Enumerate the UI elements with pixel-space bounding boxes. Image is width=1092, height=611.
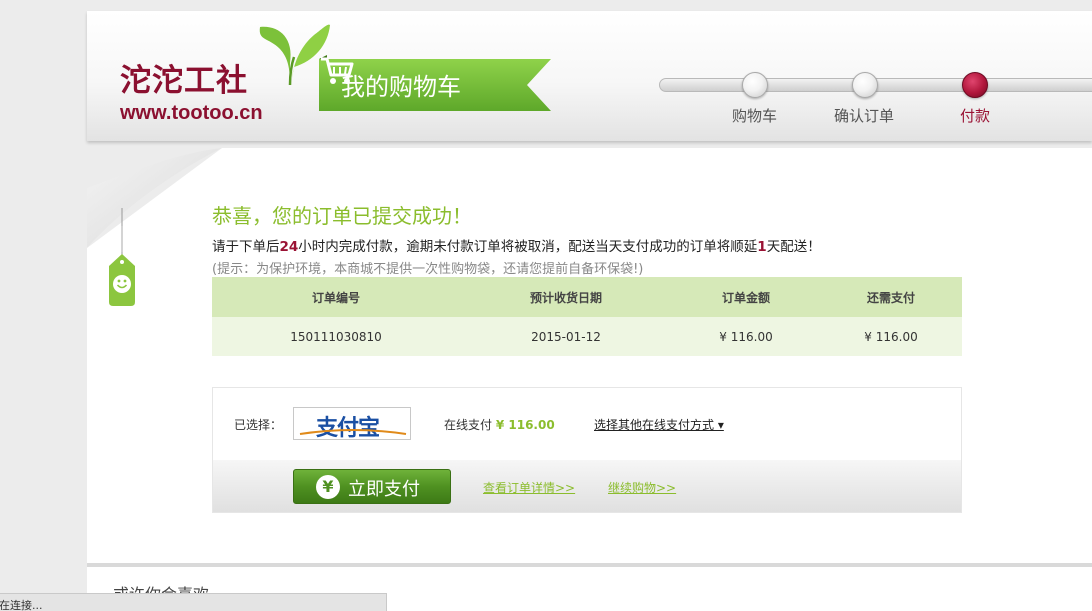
notice-days: 1 — [757, 239, 767, 255]
online-pay-amount: 在线支付 ¥ 116.00 — [444, 416, 555, 433]
cell-delivery-date: 2015-01-12 — [460, 317, 672, 356]
notice-text-2: 小时内完成付款，逾期未付款订单将被取消，配送当天支付成功的订单将顺延 — [298, 239, 758, 255]
step-label-cart: 购物车 — [732, 107, 778, 125]
smiley-tag-icon — [109, 226, 135, 306]
online-pay-label: 在线支付 — [444, 418, 493, 432]
pay-now-button[interactable]: ¥ 立即支付 — [293, 469, 451, 504]
col-header-due-amount: 还需支付 — [820, 277, 962, 317]
leaf-icon — [259, 24, 330, 86]
col-header-delivery-date: 预计收货日期 — [460, 277, 672, 317]
browser-status-bar: 正在连接... — [0, 593, 387, 611]
logo-chinese-text: 沱沱工社 — [120, 63, 248, 99]
step-label-confirm: 确认订单 — [834, 107, 895, 125]
banner-title: 我的购物车 — [341, 73, 461, 101]
notice-text-3: 天配送！ — [766, 239, 821, 255]
continue-shopping-link[interactable]: 继续购物>> — [608, 479, 676, 496]
site-header: 沱沱工社 www.tootoo.cn 我的购物车 购物车 确认订单 付款 — [87, 11, 1092, 141]
cart-banner: 我的购物车 — [319, 55, 559, 115]
col-header-order-no: 订单编号 — [212, 277, 460, 317]
step-dot-confirm — [852, 72, 878, 98]
table-header-row: 订单编号 预计收货日期 订单金额 还需支付 — [212, 277, 962, 317]
cell-due-amount: ¥ 116.00 — [820, 317, 962, 356]
view-order-details-link[interactable]: 查看订单详情>> — [483, 479, 575, 496]
other-payment-methods-link[interactable]: 选择其他在线支付方式 ▾ — [594, 416, 724, 433]
pay-now-label: 立即支付 — [348, 479, 420, 500]
step-dot-payment — [962, 72, 988, 98]
notice-hours: 24 — [279, 239, 299, 255]
step-dot-cart — [742, 72, 768, 98]
eco-bag-hint: (提示：为保护环境，本商城不提供一次性购物袋，还请您提前自备环保袋!) — [212, 262, 644, 277]
logo-url-text: www.tootoo.cn — [120, 102, 263, 124]
notice-text-1: 请于下单后 — [212, 239, 280, 255]
payment-method-row: 已选择： 支付宝 在线支付 ¥ 116.00 选择其他在线支付方式 ▾ — [213, 388, 961, 460]
site-logo[interactable]: 沱沱工社 www.tootoo.cn — [120, 23, 330, 128]
order-summary-table: 订单编号 预计收货日期 订单金额 还需支付 150111030810 2015-… — [212, 277, 962, 356]
payment-box: 已选择： 支付宝 在线支付 ¥ 116.00 选择其他在线支付方式 ▾ ¥ 立即… — [212, 387, 962, 513]
alipay-logo[interactable]: 支付宝 — [293, 407, 411, 441]
success-title: 恭喜，您的订单已提交成功！ — [212, 204, 472, 228]
cell-order-no: 150111030810 — [212, 317, 460, 356]
order-success-panel: 恭喜，您的订单已提交成功！ 请于下单后24小时内完成付款，逾期未付款订单将被取消… — [87, 148, 1092, 564]
online-pay-value: ¥ 116.00 — [495, 418, 555, 432]
alipay-swoosh-icon — [299, 429, 407, 435]
payment-deadline-notice: 请于下单后24小时内完成付款，逾期未付款订单将被取消，配送当天支付成功的订单将顺… — [212, 235, 821, 255]
yen-icon: ¥ — [316, 475, 340, 499]
col-header-order-amount: 订单金额 — [672, 277, 820, 317]
cell-order-amount: ¥ 116.00 — [672, 317, 820, 356]
step-label-payment: 付款 — [960, 107, 991, 125]
payment-actions-row: ¥ 立即支付 查看订单详情>> 继续购物>> — [213, 460, 961, 512]
status-text: 正在连接... — [0, 599, 43, 611]
shopping-cart-icon — [321, 57, 354, 84]
table-row: 150111030810 2015-01-12 ¥ 116.00 ¥ 116.0… — [212, 317, 962, 356]
chosen-label: 已选择： — [234, 418, 283, 432]
